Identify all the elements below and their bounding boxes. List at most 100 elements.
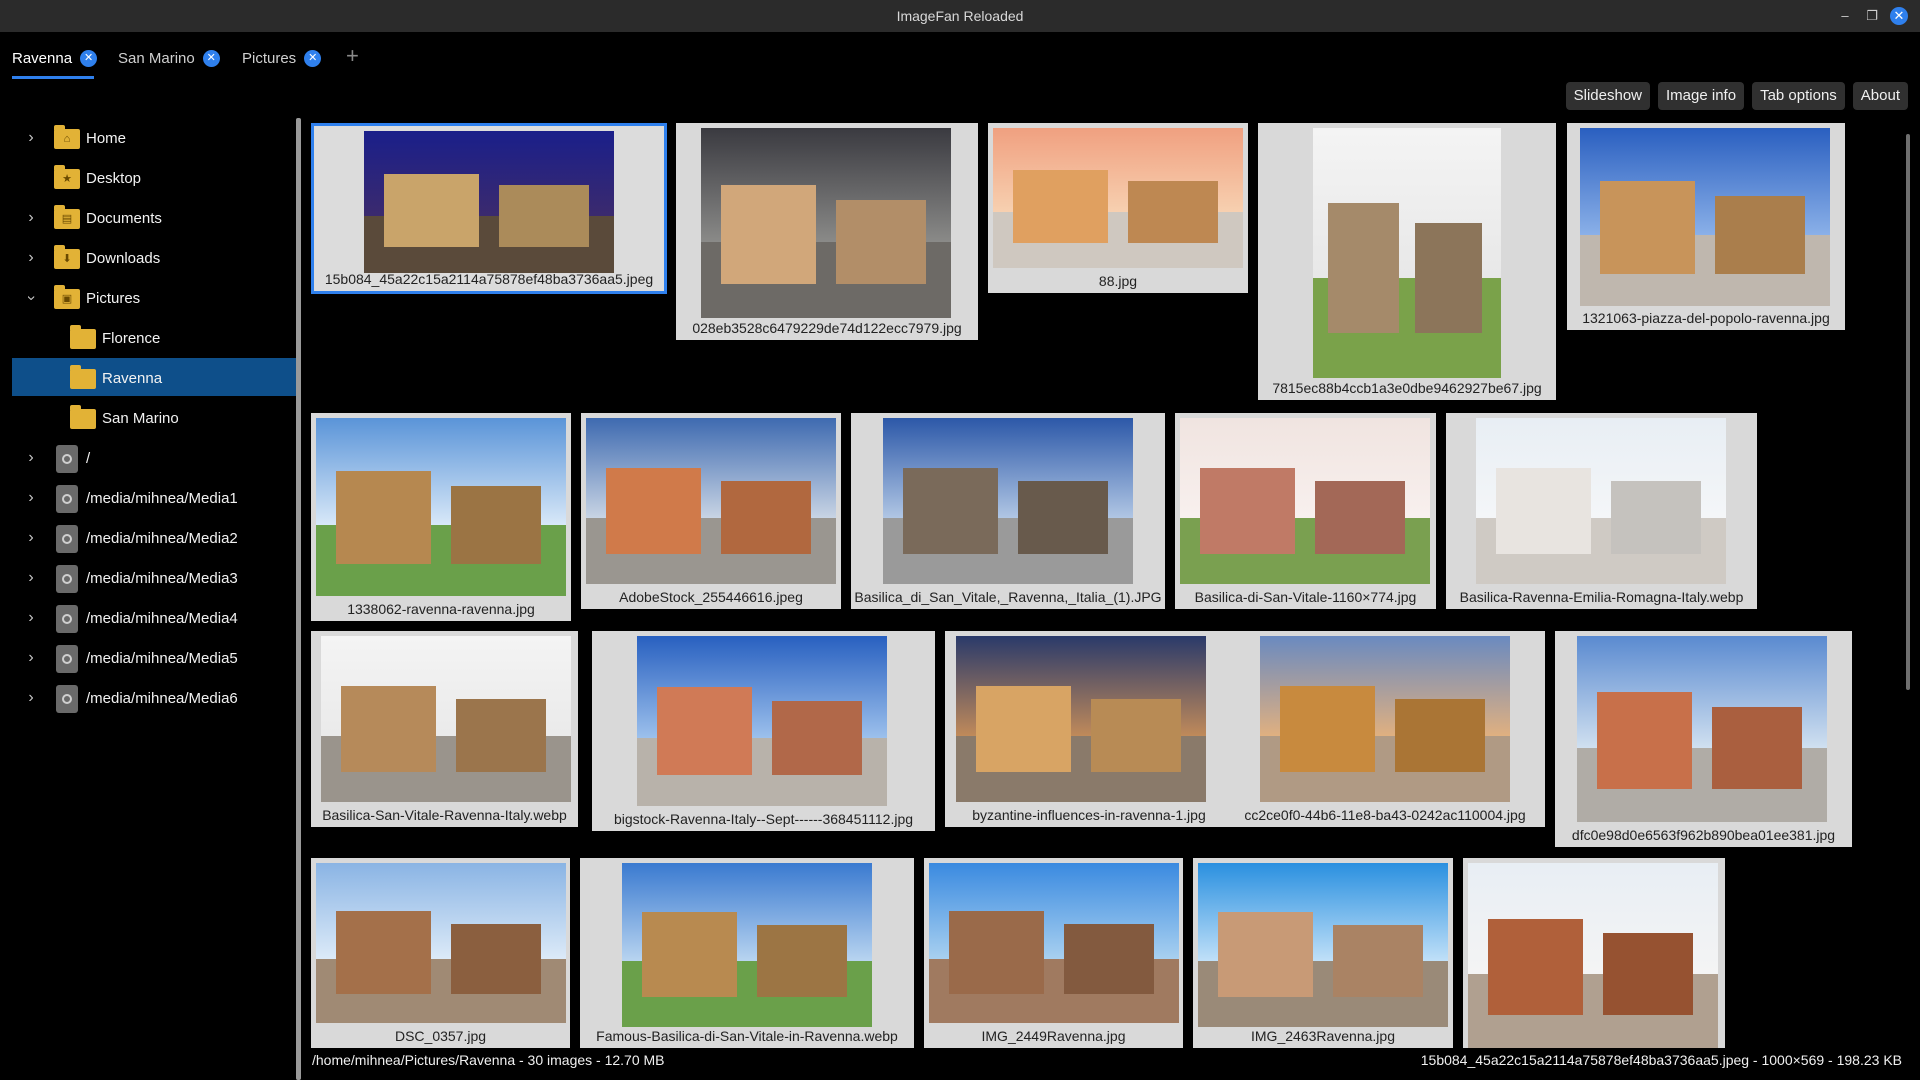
thumbnail-caption: DSC_0357.jpg bbox=[394, 1028, 487, 1044]
image-info-button[interactable]: Image info bbox=[1658, 82, 1745, 110]
chevron-right-icon[interactable]: › bbox=[24, 210, 38, 226]
image-building bbox=[1064, 923, 1154, 995]
sidebar-item-pictures[interactable]: Pictures bbox=[86, 290, 140, 307]
tab-options-button[interactable]: Tab options bbox=[1752, 82, 1845, 110]
sidebar-item-documents[interactable]: Documents bbox=[86, 210, 162, 227]
sidebar-item-downloads[interactable]: Downloads bbox=[86, 250, 160, 267]
thumbnail-scrollbar[interactable] bbox=[1906, 134, 1910, 690]
thumbnail[interactable]: 7815ec88b4ccb1a3e0dbe9462927be67.jpg bbox=[1258, 123, 1556, 400]
thumbnail-caption: 7815ec88b4ccb1a3e0dbe9462927be67.jpg bbox=[1272, 380, 1542, 396]
thumbnail-selected[interactable]: 15b084_45a22c15a2114a75878ef48ba3736aa5.… bbox=[311, 123, 667, 294]
sidebar-item-root[interactable]: / bbox=[86, 450, 90, 467]
sidebar-item-ravenna[interactable]: Ravenna bbox=[102, 370, 162, 387]
chevron-right-icon[interactable]: › bbox=[24, 450, 38, 466]
thumbnail[interactable]: 028eb3528c6479229de74d122ecc7979.jpg bbox=[676, 123, 978, 340]
slideshow-button[interactable]: Slideshow bbox=[1565, 82, 1651, 110]
image-building bbox=[1200, 467, 1295, 555]
thumbnail[interactable]: byzantine-influences-in-ravenna-1.jpg bbox=[945, 631, 1233, 827]
thumbnail-caption: 15b084_45a22c15a2114a75878ef48ba3736aa5.… bbox=[324, 271, 654, 287]
image-building bbox=[1597, 691, 1692, 789]
minimize-icon[interactable]: – bbox=[1836, 7, 1854, 25]
image-building bbox=[1395, 699, 1485, 773]
sidebar-splitter[interactable] bbox=[296, 118, 301, 1080]
close-tab-icon[interactable]: ✕ bbox=[304, 49, 322, 67]
thumbnail-image bbox=[1476, 418, 1726, 584]
image-building bbox=[1712, 706, 1802, 789]
image-building bbox=[1333, 925, 1423, 998]
close-tab-icon[interactable]: ✕ bbox=[80, 49, 98, 67]
close-tab-icon[interactable]: ✕ bbox=[202, 49, 220, 67]
image-building bbox=[721, 185, 816, 284]
folder-icon bbox=[70, 325, 96, 349]
chevron-right-icon[interactable]: › bbox=[24, 610, 38, 626]
documents-folder-icon: ▤ bbox=[54, 205, 80, 229]
image-building bbox=[1328, 203, 1400, 333]
thumbnail-caption: 028eb3528c6479229de74d122ecc7979.jpg bbox=[692, 320, 962, 336]
chevron-right-icon[interactable]: › bbox=[24, 650, 38, 666]
sidebar-item-san-marino[interactable]: San Marino bbox=[102, 410, 179, 427]
sidebar-item-home[interactable]: Home bbox=[86, 130, 126, 147]
thumbnail[interactable]: Basilica-Ravenna-Emilia-Romagna-Italy.we… bbox=[1446, 413, 1757, 609]
sidebar-item-media6[interactable]: /media/mihnea/Media6 bbox=[86, 690, 238, 707]
drive-icon bbox=[56, 685, 78, 713]
thumbnail[interactable]: Basilica_di_San_Vitale,_Ravenna,_Italia_… bbox=[851, 413, 1165, 609]
thumbnail-caption: 1338062-ravenna-ravenna.jpg bbox=[347, 601, 535, 617]
sidebar-item-media1[interactable]: /media/mihnea/Media1 bbox=[86, 490, 238, 507]
thumbnail[interactable]: IMG_2463Ravenna.jpg bbox=[1193, 858, 1453, 1048]
chevron-right-icon[interactable]: › bbox=[24, 490, 38, 506]
thumbnail[interactable]: 1321063-piazza-del-popolo-ravenna.jpg bbox=[1567, 123, 1845, 330]
image-building bbox=[456, 699, 546, 773]
thumbnail-caption: cc2ce0f0-44b6-11e8-ba43-0242ac110004.jpg bbox=[1244, 807, 1526, 823]
thumbnail[interactable]: Basilica-di-San-Vitale-1160×774.jpg bbox=[1175, 413, 1436, 609]
sidebar-item-media4[interactable]: /media/mihnea/Media4 bbox=[86, 610, 238, 627]
sidebar-item-florence[interactable]: Florence bbox=[102, 330, 160, 347]
thumbnail-image bbox=[1180, 418, 1430, 584]
chevron-right-icon[interactable]: › bbox=[24, 250, 38, 266]
sidebar-item-desktop[interactable]: Desktop bbox=[86, 170, 141, 187]
thumbnail-image bbox=[1313, 128, 1501, 378]
image-building bbox=[1091, 699, 1181, 773]
drive-icon bbox=[56, 485, 78, 513]
chevron-right-icon[interactable]: › bbox=[24, 690, 38, 706]
sidebar-item-media2[interactable]: /media/mihnea/Media2 bbox=[86, 530, 238, 547]
image-building bbox=[451, 923, 541, 995]
image-building bbox=[836, 200, 926, 284]
thumbnail-caption: Basilica-Ravenna-Emilia-Romagna-Italy.we… bbox=[1459, 589, 1744, 605]
image-building bbox=[1488, 918, 1583, 1015]
sidebar-item-media3[interactable]: /media/mihnea/Media3 bbox=[86, 570, 238, 587]
thumbnail[interactable]: IMG_2449Ravenna.jpg bbox=[924, 858, 1183, 1048]
home-folder-icon: ⌂ bbox=[54, 125, 80, 149]
image-building bbox=[336, 471, 431, 564]
tab-san-marino[interactable]: San Marino ✕ bbox=[118, 46, 220, 70]
thumbnail[interactable] bbox=[1463, 858, 1725, 1048]
maximize-icon[interactable]: ❐ bbox=[1863, 7, 1881, 25]
image-building bbox=[721, 481, 811, 555]
thumbnail-caption: Basilica-San-Vitale-Ravenna-Italy.webp bbox=[322, 807, 567, 823]
thumbnail[interactable]: AdobeStock_255446616.jpeg bbox=[581, 413, 841, 609]
chevron-right-icon[interactable]: › bbox=[24, 130, 38, 146]
image-building bbox=[1715, 195, 1805, 274]
chevron-right-icon[interactable]: › bbox=[24, 570, 38, 586]
thumbnail[interactable]: bigstock-Ravenna-Italy--Sept------368451… bbox=[592, 631, 935, 831]
chevron-down-icon[interactable]: › bbox=[23, 291, 40, 305]
about-button[interactable]: About bbox=[1852, 82, 1908, 110]
thumbnail-image bbox=[316, 418, 566, 596]
chevron-right-icon[interactable]: › bbox=[24, 530, 38, 546]
add-tab-icon[interactable]: + bbox=[346, 44, 359, 68]
thumbnail-image bbox=[316, 863, 566, 1023]
thumbnail[interactable]: cc2ce0f0-44b6-11e8-ba43-0242ac110004.jpg bbox=[1225, 631, 1545, 827]
image-building bbox=[341, 685, 436, 773]
close-icon[interactable]: ✕ bbox=[1890, 7, 1908, 25]
thumbnail[interactable]: 88.jpg bbox=[988, 123, 1248, 293]
thumbnail-image bbox=[1260, 636, 1510, 802]
tab-ravenna[interactable]: Ravenna ✕ bbox=[12, 46, 98, 70]
image-building bbox=[1611, 481, 1701, 555]
thumbnail[interactable]: 1338062-ravenna-ravenna.jpg bbox=[311, 413, 571, 621]
thumbnail[interactable]: Basilica-San-Vitale-Ravenna-Italy.webp bbox=[311, 631, 578, 827]
thumbnail-caption: Basilica_di_San_Vitale,_Ravenna,_Italia_… bbox=[854, 589, 1162, 605]
thumbnail[interactable]: dfc0e98d0e6563f962b890bea01ee381.jpg bbox=[1555, 631, 1852, 847]
tab-pictures[interactable]: Pictures ✕ bbox=[242, 46, 322, 70]
thumbnail[interactable]: Famous-Basilica-di-San-Vitale-in-Ravenna… bbox=[580, 858, 914, 1048]
sidebar-item-media5[interactable]: /media/mihnea/Media5 bbox=[86, 650, 238, 667]
thumbnail[interactable]: DSC_0357.jpg bbox=[311, 858, 570, 1048]
